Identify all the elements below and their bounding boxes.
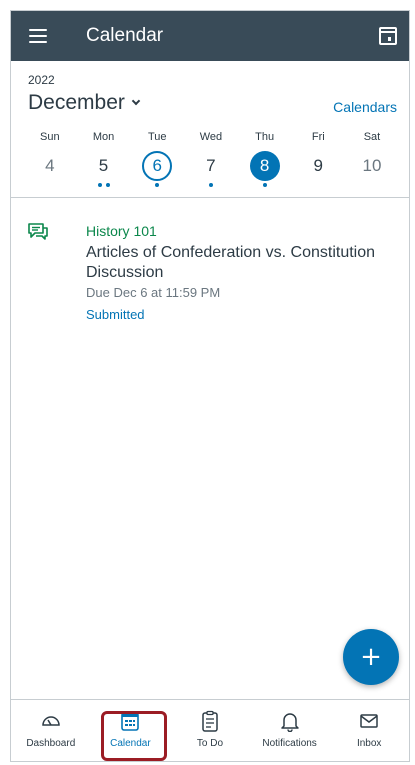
dashboard-icon (42, 716, 60, 726)
day-number: 9 (313, 156, 324, 175)
day-of-week-label: Thu (255, 131, 275, 143)
day-thu[interactable]: Thu 8 (238, 131, 292, 191)
day-number-today: 6 (142, 151, 173, 181)
event-dot (97, 183, 102, 187)
day-of-week-label: Mon (92, 131, 115, 143)
event-title: Articles of Confederation vs. Constituti… (86, 244, 376, 281)
bell-icon (280, 713, 299, 732)
day-number-selected: 8 (249, 151, 280, 181)
day-number: 4 (45, 156, 55, 175)
discussion-icon (28, 223, 48, 240)
page-title: Calendar (86, 25, 164, 46)
calendars-link[interactable]: Calendars (333, 99, 397, 115)
event-dot (105, 183, 110, 187)
day-of-week-label: Tue (147, 131, 167, 143)
bottom-tab-bar: Dashboard Calendar To Do Notifications I… (11, 699, 409, 761)
day-of-week-label: Wed (199, 131, 223, 143)
day-sun[interactable]: Sun 4 (23, 131, 77, 191)
tab-label: Inbox (356, 738, 382, 749)
day-number: 7 (206, 156, 216, 175)
event-status: Submitted (86, 307, 145, 322)
chevron-down-icon (131, 96, 141, 106)
event-dots (262, 183, 267, 191)
day-of-week-label: Sat (363, 131, 381, 143)
mail-icon (360, 714, 378, 728)
day-number: 5 (98, 156, 109, 175)
event-due-date: Due Dec 6 at 11:59 PM (86, 285, 221, 300)
event-course: History 101 (86, 223, 157, 239)
tab-label: To Do (196, 738, 224, 749)
calendar-icon (121, 712, 140, 731)
event-dots (155, 183, 160, 191)
tab-dashboard[interactable]: Dashboard (11, 700, 91, 761)
event-dot (262, 183, 267, 187)
add-event-button[interactable]: + (343, 629, 399, 685)
todo-clipboard-icon (202, 710, 218, 732)
event-dot (208, 183, 213, 187)
event-dots (208, 183, 213, 191)
day-sat[interactable]: Sat 10 (345, 131, 399, 191)
tab-todo[interactable]: To Do (170, 700, 250, 761)
hamburger-menu-icon[interactable] (29, 29, 47, 43)
day-wed[interactable]: Wed 7 (184, 131, 238, 191)
day-tue[interactable]: Tue 6 (130, 131, 184, 191)
app-screen: Calendar 2022 December Calendars Sun 4 M… (10, 10, 410, 762)
tab-inbox[interactable]: Inbox (329, 700, 409, 761)
divider (11, 197, 409, 198)
calendar-today-icon[interactable] (379, 27, 397, 45)
app-header: Calendar (11, 11, 409, 61)
day-fri[interactable]: Fri 9 (291, 131, 345, 191)
tab-calendar[interactable]: Calendar (91, 700, 171, 761)
day-of-week-label: Sun (40, 131, 60, 143)
month-label: December (28, 91, 125, 114)
month-selector[interactable]: December (28, 91, 141, 115)
tab-label: Calendar (110, 738, 151, 749)
day-of-week-label: Fri (311, 131, 325, 143)
day-mon[interactable]: Mon 5 (77, 131, 131, 191)
year-label: 2022 (28, 73, 55, 87)
event-dots (97, 183, 110, 191)
tab-label: Notifications (262, 738, 317, 749)
tab-notifications[interactable]: Notifications (250, 700, 330, 761)
event-dot (155, 183, 160, 187)
tab-label: Dashboard (26, 738, 76, 749)
day-number: 10 (362, 156, 382, 175)
week-strip: Sun 4 Mon 5 Tue 6 Wed 7 Thu 8 Fri 9 Sat … (23, 131, 399, 191)
